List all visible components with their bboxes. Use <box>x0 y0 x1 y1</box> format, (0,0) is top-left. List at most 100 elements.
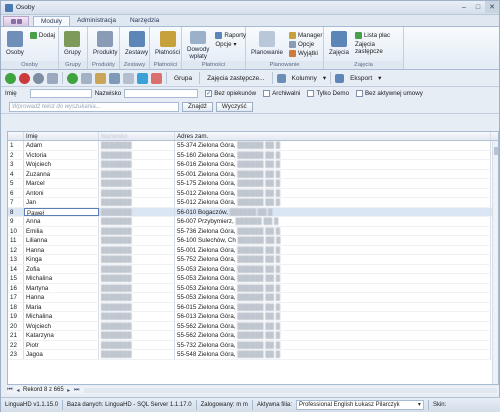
grupa-button[interactable]: Grupa <box>171 75 195 82</box>
cell-nazwisko-redacted[interactable]: ███████ <box>99 245 175 254</box>
cell-imie[interactable]: Martyna <box>24 283 99 292</box>
search-icon[interactable] <box>33 72 44 84</box>
cell-imie[interactable]: Hanna <box>24 245 99 254</box>
group-assign-icon[interactable] <box>95 72 106 84</box>
cell-imie[interactable]: Anna <box>24 217 99 226</box>
column-header-imie[interactable]: Imię <box>24 132 99 140</box>
cell-nazwisko-redacted[interactable]: ███████ <box>99 226 175 235</box>
copy-icon[interactable] <box>81 72 92 84</box>
produkty-button[interactable]: Produkty <box>90 29 120 60</box>
table-row[interactable]: 6 Antoni ███████ 55-012 Zielona Góra, █████… <box>8 188 498 198</box>
cell-nazwisko-redacted[interactable]: ███████ <box>99 179 175 188</box>
cell-nazwisko-redacted[interactable]: ███████ <box>99 160 175 169</box>
cell-nazwisko-redacted[interactable]: ███████ <box>99 331 175 340</box>
cell-adres[interactable]: 56-016 Zielona Góra, ██████ ██ █ <box>175 160 491 169</box>
table-row[interactable]: 14 Zofia ███████ 55-053 Zielona Góra, █████… <box>8 264 498 274</box>
imie-input[interactable] <box>29 89 92 98</box>
cell-adres[interactable]: 56-007 Przybymierz, ██████ ██ █ <box>175 217 491 226</box>
cell-adres[interactable]: 55-001 Zielona Góra, ██████ ██ █ <box>175 245 491 254</box>
cell-imie[interactable]: Adam <box>24 141 99 150</box>
cell-imie[interactable]: Katarzyna <box>24 331 99 340</box>
table-row[interactable]: 16 Martyna ███████ 55-053 Zielona Góra, ███… <box>8 283 498 293</box>
table-row[interactable]: 17 Hanna ███████ 55-053 Zielona Góra, █████… <box>8 293 498 303</box>
manager-button[interactable]: Manager <box>289 32 322 39</box>
add-icon[interactable] <box>5 72 16 84</box>
opcje-dowody-button[interactable]: Opcje ▾ <box>215 41 246 48</box>
print-icon[interactable] <box>123 72 134 84</box>
cell-adres[interactable]: 55-374 Zielona Góra, ██████ ██ █ <box>175 141 491 150</box>
table-row[interactable]: 22 Piotr ███████ 55-732 Zielona Góra, █████… <box>8 340 498 350</box>
cell-adres[interactable]: 56-013 Zielona Góra, ██████ ██ █ <box>175 312 491 321</box>
close-button[interactable]: ✕ <box>485 1 499 13</box>
table-row[interactable]: 1 Adam ███████ 55-374 Zielona Góra, ██████ … <box>8 141 498 151</box>
cell-nazwisko-redacted[interactable]: ███████ <box>99 274 175 283</box>
eksport-button[interactable]: Eksport <box>347 75 375 82</box>
tylko-demo-checkbox[interactable]: Tylko Demo <box>307 90 349 97</box>
kolumny-button[interactable]: Kolumny <box>289 75 320 82</box>
osoby-button[interactable]: Osoby <box>3 29 27 60</box>
grupy-button[interactable]: Grupy <box>61 29 84 60</box>
table-row[interactable]: 23 Jagoa ███████ 55-548 Zielona Góra, █████… <box>8 350 498 360</box>
planowanie-button[interactable]: Planowanie <box>248 29 286 60</box>
cell-imie[interactable]: Zuzanna <box>24 169 99 178</box>
cell-imie[interactable]: Marcel <box>24 179 99 188</box>
refresh-icon[interactable] <box>67 72 78 84</box>
cell-imie[interactable]: Paweł <box>24 207 99 216</box>
cell-nazwisko-redacted[interactable]: ███████ <box>99 236 175 245</box>
table-row[interactable]: 12 Hanna ███████ 55-001 Zielona Góra, █████… <box>8 245 498 255</box>
zajecia-zastepcze-ribbon-button[interactable]: Zajęcia zastępcze <box>355 41 398 55</box>
cell-imie[interactable]: Kinga <box>24 255 99 264</box>
cell-adres[interactable]: 55-562 Zielona Góra, ██████ ██ █ <box>175 321 491 330</box>
cell-imie[interactable]: Maria <box>24 302 99 311</box>
cell-adres[interactable]: 55-001 Zielona Góra, ██████ ██ █ <box>175 169 491 178</box>
cell-adres[interactable]: 55-053 Zielona Góra, ██████ ██ █ <box>175 274 491 283</box>
cell-nazwisko-redacted[interactable]: ███████ <box>99 340 175 349</box>
cell-imie[interactable]: Jan <box>24 198 99 207</box>
cell-nazwisko-redacted[interactable]: ███████ <box>99 350 175 359</box>
minimize-button[interactable]: – <box>457 1 471 13</box>
prev-record-icon[interactable]: ◂ <box>15 387 21 394</box>
cell-adres[interactable]: 55-160 Zielona Góra, ██████ ██ █ <box>175 150 491 159</box>
maximize-button[interactable]: □ <box>471 1 485 13</box>
cell-nazwisko-redacted[interactable]: ███████ <box>99 321 175 330</box>
tab-administracja[interactable]: Administracja <box>70 16 123 26</box>
tab-narzedzia[interactable]: Narzędzia <box>123 16 166 26</box>
raporty-button[interactable]: Raporty <box>215 32 246 39</box>
cell-nazwisko-redacted[interactable]: ███████ <box>99 302 175 311</box>
branch-select[interactable]: Professional English Łukasz Pilarczyk <box>295 400 424 410</box>
sms-icon[interactable] <box>151 72 162 84</box>
table-row[interactable]: 15 Michalina ███████ 55-053 Zielona Góra, █… <box>8 274 498 284</box>
table-row[interactable]: 13 Kinga ███████ 55-752 Zielona Góra, █████… <box>8 255 498 265</box>
table-row[interactable]: 11 Lilianna ███████ 56-100 Sulechów, Ch ███… <box>8 236 498 246</box>
cell-adres[interactable]: 56-015 Zielona Góra, ██████ ██ █ <box>175 302 491 311</box>
table-row[interactable]: 18 Maria ███████ 56-015 Zielona Góra, █████… <box>8 302 498 312</box>
delete-icon[interactable] <box>19 72 30 84</box>
table-row[interactable]: 21 Katarzyna ███████ 55-562 Zielona Góra, █… <box>8 331 498 341</box>
wyjatki-button[interactable]: Wyjątki <box>289 50 322 57</box>
table-row[interactable]: 10 Emilia ███████ 55-736 Zielona Góra, ████… <box>8 226 498 236</box>
search-input[interactable]: Wprowadź tekst do wyszukania... <box>9 101 179 112</box>
cell-imie[interactable]: Michalina <box>24 274 99 283</box>
cell-imie[interactable]: Michalina <box>24 312 99 321</box>
table-row[interactable]: 20 Wojciech ███████ 55-562 Zielona Góra, ██… <box>8 321 498 331</box>
cell-adres[interactable]: 55-053 Zielona Góra, ██████ ██ █ <box>175 264 491 273</box>
table-row[interactable]: 7 Jan ███████ 55-012 Zielona Góra, ██████ █… <box>8 198 498 208</box>
table-row[interactable]: 5 Marcel ███████ 55-175 Zielona Góra, █████… <box>8 179 498 189</box>
cell-adres[interactable]: 55-562 Zielona Góra, ██████ ██ █ <box>175 331 491 340</box>
cell-nazwisko-redacted[interactable]: ███████ <box>99 312 175 321</box>
skype-icon[interactable] <box>137 72 148 84</box>
cell-imie[interactable]: Hanna <box>24 293 99 302</box>
export-list-icon[interactable] <box>109 72 120 84</box>
wyczysc-button[interactable]: Wyczyść <box>215 101 253 112</box>
bez-opiekunow-checkbox[interactable]: ✓ Bez opiekunów <box>205 90 256 97</box>
cell-imie[interactable]: Lilianna <box>24 236 99 245</box>
cell-nazwisko-redacted[interactable]: ███████ <box>99 198 175 207</box>
cell-imie[interactable]: Piotr <box>24 340 99 349</box>
cell-adres[interactable]: 55-012 Zielona Góra, ██████ ██ █ <box>175 198 491 207</box>
edit-icon[interactable] <box>47 72 58 84</box>
first-record-icon[interactable]: ⏮ <box>7 387 13 394</box>
column-header-adres[interactable]: Adres zam. <box>175 132 491 140</box>
table-row[interactable]: 3 Wojciech ███████ 56-016 Zielona Góra, ███… <box>8 160 498 170</box>
znajdz-button[interactable]: Znajdź <box>182 101 213 112</box>
cell-nazwisko-redacted[interactable]: ███████ <box>99 283 175 292</box>
